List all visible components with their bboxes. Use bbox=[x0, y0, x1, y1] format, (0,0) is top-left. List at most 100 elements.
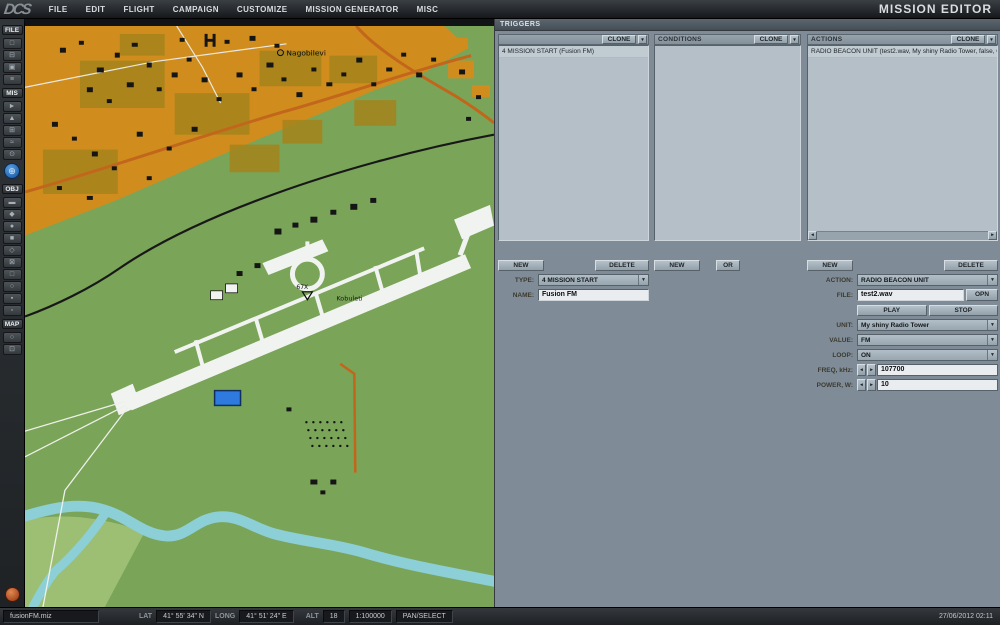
actions-list[interactable]: RADIO BEACON UNIT (test2.wav, My shiny R… bbox=[807, 45, 998, 241]
or-condition-button[interactable]: OR bbox=[716, 260, 740, 271]
freq-decrease-icon[interactable]: ◂ bbox=[857, 364, 866, 376]
conditions-scroll-icon[interactable]: ▾ bbox=[790, 35, 799, 44]
toolbar-section-mis[interactable]: MIS bbox=[1, 88, 23, 98]
action-type-dropdown[interactable]: RADIO BEACON UNIT ▼ bbox=[857, 274, 998, 286]
tacan-label: 67X bbox=[296, 284, 308, 291]
chevron-down-icon[interactable]: ▼ bbox=[987, 350, 997, 360]
long-value: 41° 51' 24" E bbox=[239, 610, 294, 623]
mode-indicator[interactable]: PAN/SELECT bbox=[395, 610, 453, 623]
chevron-down-icon[interactable]: ▼ bbox=[987, 320, 997, 330]
trigger-list-item[interactable]: 4 MISSION START (Fusion FM) bbox=[499, 46, 648, 58]
unit-dropdown[interactable]: My shiny Radio Tower ▼ bbox=[857, 319, 998, 331]
conditions-column: CONDITIONS CLONE ▾ NEW OR bbox=[654, 34, 801, 271]
actions-scroll-icon[interactable]: ▾ bbox=[987, 35, 996, 44]
clone-condition-button[interactable]: CLONE bbox=[754, 35, 788, 44]
triggers-list[interactable]: 4 MISSION START (Fusion FM) bbox=[498, 45, 649, 241]
menu-misc[interactable]: MISC bbox=[408, 5, 448, 14]
alt-value: 18 bbox=[322, 610, 345, 623]
options-icon[interactable]: ⊙ bbox=[2, 149, 22, 160]
airplane-group-icon[interactable]: ▬ bbox=[2, 197, 22, 208]
chevron-down-icon[interactable]: ▼ bbox=[987, 275, 997, 285]
freq-value[interactable]: 107700 bbox=[877, 364, 998, 376]
value-dropdown[interactable]: FM ▼ bbox=[857, 334, 998, 346]
vehicle-group-icon[interactable]: ■ bbox=[2, 233, 22, 244]
lat-label: LAT bbox=[139, 613, 153, 620]
sound-file-input[interactable]: test2.wav bbox=[857, 289, 964, 301]
menu-customize[interactable]: CUSTOMIZE bbox=[228, 5, 297, 14]
helicopter-group-icon[interactable]: ◆ bbox=[2, 209, 22, 220]
farp-icon[interactable]: ▪ bbox=[2, 293, 22, 304]
static-object-icon[interactable]: ◇ bbox=[2, 245, 22, 256]
selected-unit-marker[interactable] bbox=[213, 389, 242, 407]
conditions-list[interactable] bbox=[654, 45, 801, 241]
clone-trigger-button[interactable]: CLONE bbox=[602, 35, 636, 44]
alt-label: ALT bbox=[305, 613, 319, 620]
triggers-list-header: CLONE ▾ bbox=[498, 34, 649, 45]
open-file-button[interactable]: OPN bbox=[966, 289, 998, 301]
menu-campaign[interactable]: CAMPAIGN bbox=[164, 5, 228, 14]
map-viewport[interactable]: Nagobilevi 67X Kobuleti bbox=[24, 19, 494, 607]
triggers-panel: TRIGGERS CLONE ▾ 4 MISSION START (Fusion… bbox=[494, 19, 1000, 607]
menu-file[interactable]: FILE bbox=[40, 5, 77, 14]
waypoint-icon[interactable]: ▫ bbox=[2, 305, 22, 316]
play-button[interactable]: PLAY bbox=[857, 304, 927, 316]
goals-icon[interactable]: ⊞ bbox=[2, 125, 22, 136]
failures-icon[interactable]: ▲ bbox=[2, 113, 22, 124]
new-action-button[interactable]: NEW bbox=[807, 260, 853, 271]
save-mission-icon[interactable]: ▣ bbox=[2, 62, 22, 73]
power-value[interactable]: 10 bbox=[877, 379, 998, 391]
loop-dropdown[interactable]: ON ▼ bbox=[857, 349, 998, 361]
airfield-label: Kobuleti bbox=[336, 295, 362, 303]
exit-icon[interactable] bbox=[4, 587, 20, 602]
power-decrease-icon[interactable]: ◂ bbox=[857, 379, 866, 391]
delete-action-button[interactable]: DELETE bbox=[944, 260, 998, 271]
resources-icon[interactable]: ≈ bbox=[2, 137, 22, 148]
trigger-name-input[interactable]: Fusion FM bbox=[538, 289, 649, 301]
stop-button[interactable]: STOP bbox=[928, 304, 998, 316]
menu-flight[interactable]: FLIGHT bbox=[114, 5, 163, 14]
ship-group-icon[interactable]: ● bbox=[2, 221, 22, 232]
clone-action-button[interactable]: CLONE bbox=[951, 35, 985, 44]
map-layers-icon[interactable]: ⊡ bbox=[2, 344, 22, 355]
power-increase-icon[interactable]: ▸ bbox=[867, 379, 876, 391]
new-trigger-button[interactable]: NEW bbox=[498, 260, 544, 271]
map-scale[interactable]: 1:100000 bbox=[348, 610, 392, 623]
bullseye-icon[interactable]: ○ bbox=[2, 281, 22, 292]
actions-hscrollbar[interactable]: ◂ ▸ bbox=[808, 231, 997, 240]
trigger-type-dropdown[interactable]: 4 MISSION START ▼ bbox=[538, 274, 649, 286]
new-condition-button[interactable]: NEW bbox=[654, 260, 700, 271]
map-options-icon[interactable]: ○ bbox=[2, 332, 22, 343]
freq-label: FREQ, kHz: bbox=[817, 366, 853, 374]
unit-value: My shiny Radio Tower bbox=[861, 321, 930, 329]
delete-trigger-button[interactable]: DELETE bbox=[595, 260, 649, 271]
freq-increase-icon[interactable]: ▸ bbox=[867, 364, 876, 376]
action-list-item[interactable]: RADIO BEACON UNIT (test2.wav, My shiny R… bbox=[808, 46, 997, 58]
actions-list-header: ACTIONS CLONE ▾ bbox=[807, 34, 998, 45]
toolbar-section-map[interactable]: MAP bbox=[1, 319, 23, 329]
trigger-type-value: 4 MISSION START bbox=[542, 276, 598, 284]
triggers-scroll-icon[interactable]: ▾ bbox=[638, 35, 647, 44]
toolbar-section-obj[interactable]: OBJ bbox=[1, 184, 23, 194]
toolbar-section-file[interactable]: FILE bbox=[1, 25, 23, 35]
scroll-left-icon[interactable]: ◂ bbox=[808, 231, 817, 240]
triggers-dialog-icon[interactable]: ⊕ bbox=[4, 163, 20, 179]
chevron-down-icon[interactable]: ▼ bbox=[987, 335, 997, 345]
scroll-right-icon[interactable]: ▸ bbox=[988, 231, 997, 240]
template-icon[interactable]: ⊠ bbox=[2, 257, 22, 268]
chevron-down-icon[interactable]: ▼ bbox=[638, 275, 648, 285]
zone-icon[interactable]: □ bbox=[2, 269, 22, 280]
weather-icon[interactable]: ► bbox=[2, 101, 22, 112]
freq-stepper[interactable]: ◂ ▸ 107700 bbox=[857, 364, 998, 376]
open-mission-icon[interactable]: ⊟ bbox=[2, 50, 22, 61]
briefing-icon[interactable]: ≡ bbox=[2, 74, 22, 85]
value-value: FM bbox=[861, 336, 871, 344]
scroll-track[interactable] bbox=[817, 231, 988, 240]
lat-value: 41° 55' 34" N bbox=[156, 610, 211, 623]
conditions-list-header: CONDITIONS CLONE ▾ bbox=[654, 34, 801, 45]
dcs-logo: DCS bbox=[2, 0, 31, 18]
menu-edit[interactable]: EDIT bbox=[77, 5, 115, 14]
power-stepper[interactable]: ◂ ▸ 10 bbox=[857, 379, 998, 391]
mission-filename[interactable]: fusionFM.miz bbox=[3, 610, 99, 623]
menu-mission-generator[interactable]: MISSION GENERATOR bbox=[296, 5, 407, 14]
new-mission-icon[interactable]: □ bbox=[2, 38, 22, 49]
